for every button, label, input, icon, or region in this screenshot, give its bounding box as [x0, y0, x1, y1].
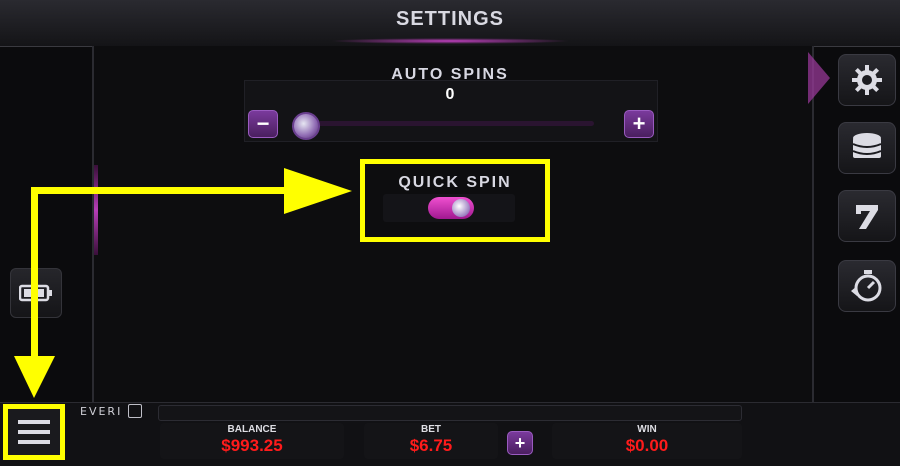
battery-icon — [19, 284, 52, 302]
auto-spins-value: 0 — [445, 86, 455, 103]
quick-spin-label: QUICK SPIN — [398, 174, 512, 191]
brand-logo-text: EVERI — [80, 405, 123, 418]
win-value: $0.00 — [625, 436, 669, 455]
message-bar — [158, 405, 742, 421]
hamburger-icon — [18, 420, 50, 444]
toggle-knob — [452, 199, 470, 217]
seven-icon — [856, 205, 878, 229]
auto-spins-decrease-button[interactable]: − — [248, 110, 278, 138]
header-glow — [330, 38, 570, 44]
balance-display: BALANCE $993.25 — [160, 423, 344, 459]
auto-spins-slider-thumb[interactable] — [292, 112, 320, 140]
panel-edge-glow — [94, 165, 98, 255]
settings-button[interactable] — [838, 54, 896, 106]
paytable-button[interactable] — [838, 190, 896, 242]
brand-logo-icon — [128, 404, 142, 418]
menu-button[interactable] — [3, 404, 65, 460]
coins-icon — [852, 133, 882, 158]
coins-button[interactable] — [838, 122, 896, 174]
stopwatch-icon — [851, 270, 882, 302]
history-button[interactable] — [838, 260, 896, 312]
battery-button[interactable] — [10, 268, 62, 318]
quick-spin-toggle[interactable] — [428, 197, 474, 219]
gear-icon — [852, 65, 882, 95]
auto-spins-slider-track[interactable] — [292, 121, 594, 126]
page-title: SETTINGS — [395, 8, 504, 30]
active-tab-indicator — [808, 52, 830, 104]
bet-value: $6.75 — [409, 436, 453, 455]
win-label: WIN — [637, 424, 657, 435]
bet-increase-button[interactable]: + — [507, 431, 533, 455]
win-display: WIN $0.00 — [552, 423, 742, 459]
bet-display: BET $6.75 — [364, 423, 498, 459]
auto-spins-increase-button[interactable]: + — [624, 110, 654, 138]
balance-label: BALANCE — [227, 424, 277, 435]
bet-label: BET — [421, 424, 441, 435]
balance-value: $993.25 — [221, 436, 283, 455]
header-bar: SETTINGS — [0, 0, 900, 47]
